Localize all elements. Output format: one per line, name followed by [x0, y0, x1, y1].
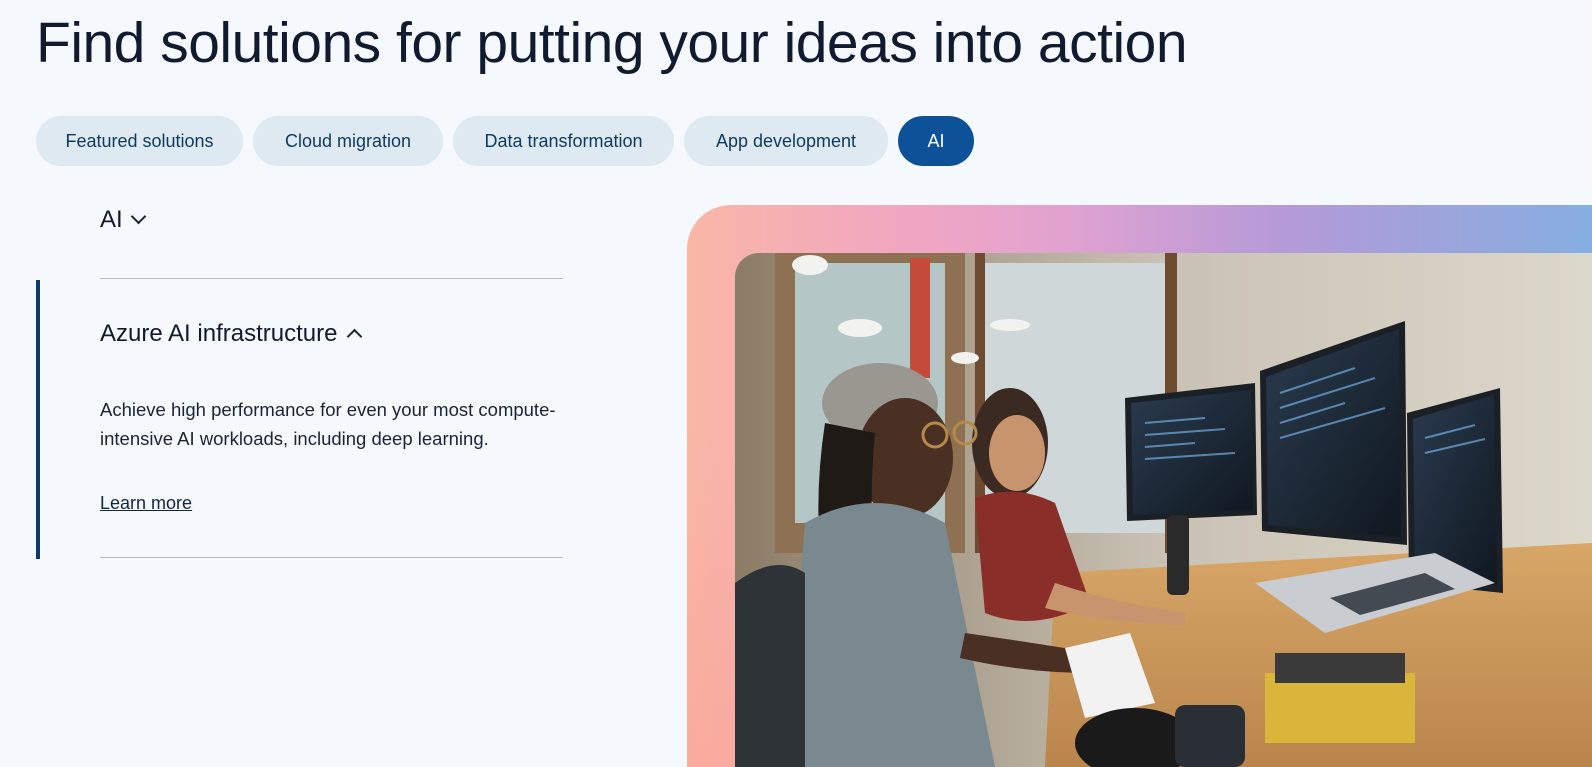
tab-ai[interactable]: AI [898, 116, 974, 166]
divider [100, 278, 563, 279]
tab-cloud-migration[interactable]: Cloud migration [253, 116, 443, 166]
accordion-title: Azure AI infrastructure [100, 320, 338, 347]
solution-tabs: Featured solutions Cloud migration Data … [36, 116, 974, 166]
tab-data-transformation[interactable]: Data transformation [453, 116, 674, 166]
accordion-description: Achieve high performance for even your m… [100, 399, 556, 449]
tab-featured-solutions[interactable]: Featured solutions [36, 116, 243, 166]
tab-app-development[interactable]: App development [684, 116, 888, 166]
hero-photo [735, 253, 1592, 767]
chevron-up-icon [347, 328, 363, 345]
category-dropdown-label: AI [100, 206, 123, 233]
category-dropdown[interactable]: AI [100, 206, 146, 234]
learn-more-link[interactable]: Learn more [100, 493, 192, 514]
chevron-down-icon [130, 208, 146, 225]
accordion-header-azure-ai-infrastructure[interactable]: Azure AI infrastructure [100, 320, 363, 348]
page-title: Find solutions for putting your ideas in… [36, 11, 1188, 75]
divider [100, 557, 563, 558]
active-accent-bar [36, 280, 40, 559]
